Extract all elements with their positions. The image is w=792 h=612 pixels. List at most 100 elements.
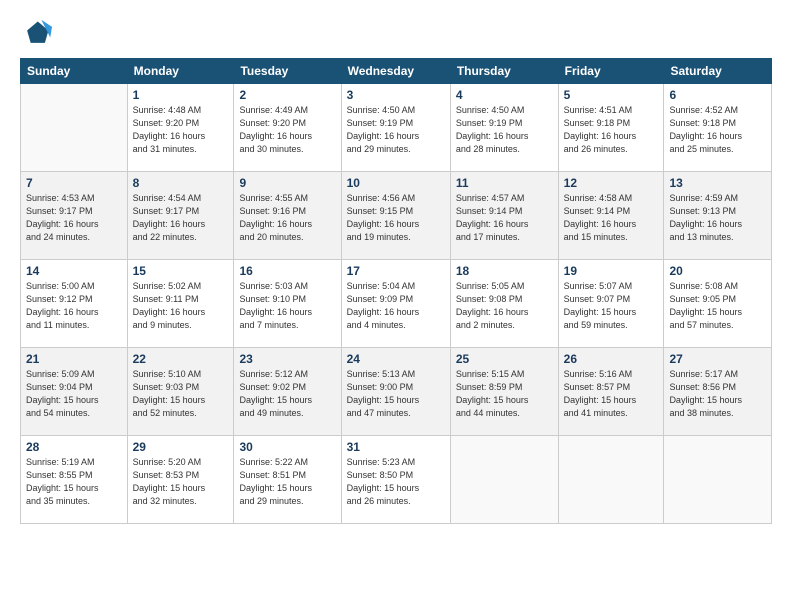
day-number: 3 xyxy=(347,88,445,102)
day-number: 28 xyxy=(26,440,122,454)
day-info: Sunrise: 5:15 AM Sunset: 8:59 PM Dayligh… xyxy=(456,368,553,420)
day-info: Sunrise: 5:17 AM Sunset: 8:56 PM Dayligh… xyxy=(669,368,766,420)
day-number: 12 xyxy=(564,176,659,190)
day-info: Sunrise: 5:07 AM Sunset: 9:07 PM Dayligh… xyxy=(564,280,659,332)
calendar-cell: 3 Sunrise: 4:50 AM Sunset: 9:19 PM Daylig… xyxy=(341,84,450,172)
weekday-header-tuesday: Tuesday xyxy=(234,59,341,84)
day-number: 19 xyxy=(564,264,659,278)
day-number: 15 xyxy=(133,264,229,278)
calendar-cell: 13 Sunrise: 4:59 AM Sunset: 9:13 PM Dayli… xyxy=(664,172,772,260)
calendar-week-row: 14Sunrise: 5:00 AM Sunset: 9:12 PM Dayli… xyxy=(21,260,772,348)
day-number: 5 xyxy=(564,88,659,102)
day-number: 27 xyxy=(669,352,766,366)
day-info: Sunrise: 4:57 AM Sunset: 9:14 PM Dayligh… xyxy=(456,192,553,244)
day-number: 6 xyxy=(669,88,766,102)
calendar-cell xyxy=(450,436,558,524)
day-info: Sunrise: 4:51 AM Sunset: 9:18 PM Dayligh… xyxy=(564,104,659,156)
day-info: Sunrise: 4:50 AM Sunset: 9:19 PM Dayligh… xyxy=(347,104,445,156)
day-number: 20 xyxy=(669,264,766,278)
day-number: 1 xyxy=(133,88,229,102)
calendar-week-row: 7 Sunrise: 4:53 AM Sunset: 9:17 PM Daylig… xyxy=(21,172,772,260)
day-number: 13 xyxy=(669,176,766,190)
day-info: Sunrise: 4:48 AM Sunset: 9:20 PM Dayligh… xyxy=(133,104,229,156)
day-info: Sunrise: 4:54 AM Sunset: 9:17 PM Dayligh… xyxy=(133,192,229,244)
weekday-header-monday: Monday xyxy=(127,59,234,84)
calendar-cell: 2 Sunrise: 4:49 AM Sunset: 9:20 PM Daylig… xyxy=(234,84,341,172)
day-number: 16 xyxy=(239,264,335,278)
day-number: 9 xyxy=(239,176,335,190)
logo xyxy=(20,18,56,50)
calendar-cell: 21 Sunrise: 5:09 AM Sunset: 9:04 PM Dayli… xyxy=(21,348,128,436)
day-info: Sunrise: 4:56 AM Sunset: 9:15 PM Dayligh… xyxy=(347,192,445,244)
calendar-week-row: 28 Sunrise: 5:19 AM Sunset: 8:55 PM Dayli… xyxy=(21,436,772,524)
weekday-header-sunday: Sunday xyxy=(21,59,128,84)
logo-icon xyxy=(20,18,52,50)
day-info: Sunrise: 5:22 AM Sunset: 8:51 PM Dayligh… xyxy=(239,456,335,508)
calendar-cell: 27 Sunrise: 5:17 AM Sunset: 8:56 PM Dayli… xyxy=(664,348,772,436)
day-info: Sunrise: 4:52 AM Sunset: 9:18 PM Dayligh… xyxy=(669,104,766,156)
day-number: 26 xyxy=(564,352,659,366)
day-info: Sunrise: 5:23 AM Sunset: 8:50 PM Dayligh… xyxy=(347,456,445,508)
day-info: Sunrise: 4:53 AM Sunset: 9:17 PM Dayligh… xyxy=(26,192,122,244)
day-info: Sunrise: 5:16 AM Sunset: 8:57 PM Dayligh… xyxy=(564,368,659,420)
calendar-cell: 26 Sunrise: 5:16 AM Sunset: 8:57 PM Dayli… xyxy=(558,348,664,436)
page-header xyxy=(20,18,772,50)
day-info: Sunrise: 4:59 AM Sunset: 9:13 PM Dayligh… xyxy=(669,192,766,244)
calendar-table: SundayMondayTuesdayWednesdayThursdayFrid… xyxy=(20,58,772,524)
calendar-page: SundayMondayTuesdayWednesdayThursdayFrid… xyxy=(0,0,792,612)
weekday-header-friday: Friday xyxy=(558,59,664,84)
calendar-cell xyxy=(21,84,128,172)
day-info: Sunrise: 4:49 AM Sunset: 9:20 PM Dayligh… xyxy=(239,104,335,156)
day-number: 8 xyxy=(133,176,229,190)
calendar-cell: 8 Sunrise: 4:54 AM Sunset: 9:17 PM Daylig… xyxy=(127,172,234,260)
calendar-body: 1 Sunrise: 4:48 AM Sunset: 9:20 PM Daylig… xyxy=(21,84,772,524)
day-number: 4 xyxy=(456,88,553,102)
calendar-cell: 16 Sunrise: 5:03 AM Sunset: 9:10 PM Dayli… xyxy=(234,260,341,348)
day-number: 14 xyxy=(26,264,122,278)
calendar-cell: 17 Sunrise: 5:04 AM Sunset: 9:09 PM Dayli… xyxy=(341,260,450,348)
calendar-cell: 5 Sunrise: 4:51 AM Sunset: 9:18 PM Daylig… xyxy=(558,84,664,172)
day-info: Sunrise: 5:20 AM Sunset: 8:53 PM Dayligh… xyxy=(133,456,229,508)
day-number: 31 xyxy=(347,440,445,454)
calendar-cell: 25Sunrise: 5:15 AM Sunset: 8:59 PM Dayli… xyxy=(450,348,558,436)
day-number: 21 xyxy=(26,352,122,366)
day-info: Sunrise: 5:08 AM Sunset: 9:05 PM Dayligh… xyxy=(669,280,766,332)
day-number: 2 xyxy=(239,88,335,102)
day-number: 7 xyxy=(26,176,122,190)
day-info: Sunrise: 4:50 AM Sunset: 9:19 PM Dayligh… xyxy=(456,104,553,156)
day-info: Sunrise: 5:13 AM Sunset: 9:00 PM Dayligh… xyxy=(347,368,445,420)
calendar-cell xyxy=(664,436,772,524)
day-info: Sunrise: 5:03 AM Sunset: 9:10 PM Dayligh… xyxy=(239,280,335,332)
day-number: 17 xyxy=(347,264,445,278)
calendar-cell: 10Sunrise: 4:56 AM Sunset: 9:15 PM Dayli… xyxy=(341,172,450,260)
day-number: 30 xyxy=(239,440,335,454)
day-info: Sunrise: 5:02 AM Sunset: 9:11 PM Dayligh… xyxy=(133,280,229,332)
day-info: Sunrise: 5:19 AM Sunset: 8:55 PM Dayligh… xyxy=(26,456,122,508)
calendar-header-row: SundayMondayTuesdayWednesdayThursdayFrid… xyxy=(21,59,772,84)
day-info: Sunrise: 5:04 AM Sunset: 9:09 PM Dayligh… xyxy=(347,280,445,332)
day-info: Sunrise: 5:12 AM Sunset: 9:02 PM Dayligh… xyxy=(239,368,335,420)
calendar-week-row: 1 Sunrise: 4:48 AM Sunset: 9:20 PM Daylig… xyxy=(21,84,772,172)
calendar-cell: 14Sunrise: 5:00 AM Sunset: 9:12 PM Dayli… xyxy=(21,260,128,348)
calendar-cell: 22 Sunrise: 5:10 AM Sunset: 9:03 PM Dayli… xyxy=(127,348,234,436)
calendar-cell: 6 Sunrise: 4:52 AM Sunset: 9:18 PM Daylig… xyxy=(664,84,772,172)
calendar-cell: 1 Sunrise: 4:48 AM Sunset: 9:20 PM Daylig… xyxy=(127,84,234,172)
day-number: 29 xyxy=(133,440,229,454)
day-info: Sunrise: 5:09 AM Sunset: 9:04 PM Dayligh… xyxy=(26,368,122,420)
weekday-header-thursday: Thursday xyxy=(450,59,558,84)
calendar-cell: 4 Sunrise: 4:50 AM Sunset: 9:19 PM Daylig… xyxy=(450,84,558,172)
calendar-cell: 29 Sunrise: 5:20 AM Sunset: 8:53 PM Dayli… xyxy=(127,436,234,524)
calendar-cell: 11 Sunrise: 4:57 AM Sunset: 9:14 PM Dayli… xyxy=(450,172,558,260)
day-number: 11 xyxy=(456,176,553,190)
calendar-week-row: 21 Sunrise: 5:09 AM Sunset: 9:04 PM Dayli… xyxy=(21,348,772,436)
calendar-cell: 23 Sunrise: 5:12 AM Sunset: 9:02 PM Dayli… xyxy=(234,348,341,436)
day-info: Sunrise: 5:10 AM Sunset: 9:03 PM Dayligh… xyxy=(133,368,229,420)
calendar-cell: 18Sunrise: 5:05 AM Sunset: 9:08 PM Dayli… xyxy=(450,260,558,348)
calendar-cell: 31 Sunrise: 5:23 AM Sunset: 8:50 PM Dayli… xyxy=(341,436,450,524)
calendar-cell: 28 Sunrise: 5:19 AM Sunset: 8:55 PM Dayli… xyxy=(21,436,128,524)
day-info: Sunrise: 4:58 AM Sunset: 9:14 PM Dayligh… xyxy=(564,192,659,244)
calendar-cell xyxy=(558,436,664,524)
day-number: 22 xyxy=(133,352,229,366)
day-number: 23 xyxy=(239,352,335,366)
calendar-cell: 9Sunrise: 4:55 AM Sunset: 9:16 PM Daylig… xyxy=(234,172,341,260)
